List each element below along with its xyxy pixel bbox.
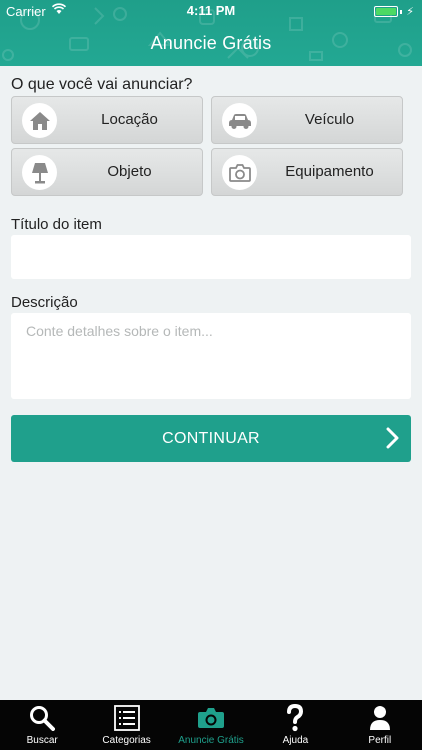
category-label: Equipamento xyxy=(285,163,374,180)
tab-perfil[interactable]: Perfil xyxy=(338,700,422,750)
tab-label: Anuncie Grátis xyxy=(178,735,244,746)
title-label: Título do item xyxy=(11,216,102,233)
status-bar: Carrier 4:11 PM ⚡ xyxy=(0,0,422,22)
house-icon xyxy=(22,103,57,138)
lamp-icon xyxy=(22,155,57,190)
tab-label: Buscar xyxy=(26,735,58,746)
continue-label: CONTINUAR xyxy=(162,429,260,447)
list-icon xyxy=(84,704,168,732)
category-label: Veículo xyxy=(304,111,355,128)
car-icon xyxy=(222,103,257,138)
page-title: Anuncie Grátis xyxy=(150,33,272,53)
continue-button[interactable]: CONTINUAR xyxy=(11,415,411,462)
camera-icon xyxy=(222,155,257,190)
title-input[interactable] xyxy=(11,235,411,279)
camera-icon xyxy=(169,704,253,732)
search-icon xyxy=(0,704,84,732)
app-header: Carrier 4:11 PM ⚡ Anuncie Grátis xyxy=(0,0,422,66)
category-button-locacao[interactable]: Locação xyxy=(11,96,203,144)
tab-label: Perfil xyxy=(368,735,392,746)
person-icon xyxy=(338,704,422,732)
tab-ajuda[interactable]: Ajuda xyxy=(253,700,337,750)
battery-icon: ⚡ xyxy=(374,5,414,18)
description-label: Descrição xyxy=(11,294,78,311)
tab-categorias[interactable]: Categorias xyxy=(84,700,168,750)
chevron-right-icon xyxy=(385,427,399,454)
tab-bar: Buscar Categorias Anuncie Grátis Ajuda P… xyxy=(0,700,422,750)
tab-buscar[interactable]: Buscar xyxy=(0,700,84,750)
tab-anuncie-gratis[interactable]: Anuncie Grátis xyxy=(169,700,253,750)
category-question: O que você vai anunciar? xyxy=(11,76,193,93)
category-button-objeto[interactable]: Objeto xyxy=(11,148,203,196)
category-label: Objeto xyxy=(107,163,152,180)
clock: 4:11 PM xyxy=(186,3,236,18)
description-textarea[interactable] xyxy=(11,313,411,399)
tab-label: Ajuda xyxy=(282,735,309,746)
category-button-equipamento[interactable]: Equipamento xyxy=(211,148,403,196)
tab-label: Categorias xyxy=(102,735,151,746)
category-label: Locação xyxy=(101,111,158,128)
question-icon xyxy=(253,704,337,732)
category-button-veiculo[interactable]: Veículo xyxy=(211,96,403,144)
